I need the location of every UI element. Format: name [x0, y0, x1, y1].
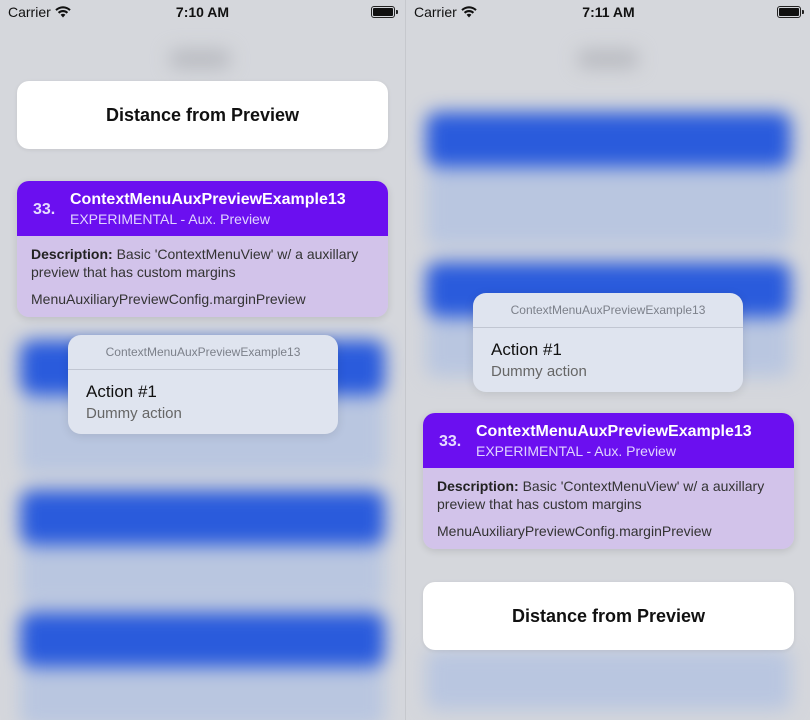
distance-from-preview-button[interactable]: Distance from Preview: [17, 81, 388, 149]
preview-subtitle: EXPERIMENTAL - Aux. Preview: [70, 211, 270, 227]
description-label: Description:: [437, 478, 519, 494]
status-time: 7:11 AM: [582, 4, 635, 20]
screen-left: Carrier 7:10 AM Distance from Preview 33…: [0, 0, 405, 720]
menu-item-action-1[interactable]: Action #1 Dummy action: [68, 370, 338, 434]
context-menu: ContextMenuAuxPreviewExample13 Action #1…: [68, 335, 338, 434]
preview-description: Description: Basic 'ContextMenuView' w/ …: [31, 245, 374, 281]
preview-number: 33.: [33, 201, 56, 218]
preview-description: Description: Basic 'ContextMenuView' w/ …: [437, 477, 780, 513]
preview-header: 33. ContextMenuAuxPreviewExample13 EXPER…: [17, 181, 388, 236]
menu-header: ContextMenuAuxPreviewExample13: [68, 335, 338, 370]
status-bar: Carrier 7:11 AM: [406, 0, 810, 24]
status-time: 7:10 AM: [175, 4, 230, 20]
menu-header: ContextMenuAuxPreviewExample13: [473, 293, 743, 328]
preview-number: 33.: [439, 433, 462, 450]
preview-subtitle: EXPERIMENTAL - Aux. Preview: [476, 443, 676, 459]
distance-from-preview-button[interactable]: Distance from Preview: [423, 582, 794, 650]
menu-item-title: Action #1: [491, 340, 562, 359]
menu-item-subtitle: Dummy action: [491, 363, 587, 380]
preview-config: MenuAuxiliaryPreviewConfig.marginPreview: [31, 291, 306, 307]
preview-body: Description: Basic 'ContextMenuView' w/ …: [17, 236, 388, 317]
aux-preview-card[interactable]: 33. ContextMenuAuxPreviewExample13 EXPER…: [423, 413, 794, 549]
battery-icon: [777, 6, 804, 18]
preview-body: Description: Basic 'ContextMenuView' w/ …: [423, 468, 794, 549]
preview-header: 33. ContextMenuAuxPreviewExample13 EXPER…: [423, 413, 794, 468]
aux-preview-card[interactable]: 33. ContextMenuAuxPreviewExample13 EXPER…: [17, 181, 388, 317]
preview-config: MenuAuxiliaryPreviewConfig.marginPreview: [437, 523, 712, 539]
menu-item-subtitle: Dummy action: [86, 405, 182, 422]
description-label: Description:: [31, 246, 113, 262]
preview-title: ContextMenuAuxPreviewExample13: [70, 191, 346, 208]
screen-right: Carrier 7:11 AM ContextMenuAuxPreviewExa…: [405, 0, 810, 720]
status-bar: Carrier 7:10 AM: [0, 0, 405, 24]
context-menu: ContextMenuAuxPreviewExample13 Action #1…: [473, 293, 743, 392]
menu-item-title: Action #1: [86, 382, 157, 401]
preview-title: ContextMenuAuxPreviewExample13: [476, 423, 752, 440]
battery-icon: [371, 6, 398, 18]
menu-item-action-1[interactable]: Action #1 Dummy action: [473, 328, 743, 392]
